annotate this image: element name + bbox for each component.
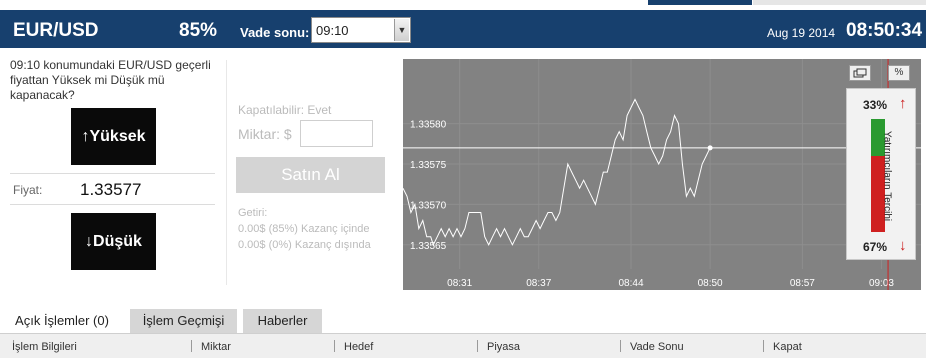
high-button[interactable]: ↑Yüksek [71,108,156,165]
low-button[interactable]: ↓Düşük [71,213,156,270]
column-divider [226,60,227,285]
top-strip [0,0,926,10]
tab-trade-history[interactable]: İşlem Geçmişi [130,309,237,333]
tab-news[interactable]: Haberler [243,309,322,333]
expiry-select-value: 09:10 [316,23,349,38]
price-chart[interactable]: 1.33580 1.33575 1.33570 1.33565 08:31 08:37 08… [403,59,921,290]
tab-open-trades[interactable]: Açık İşlemler (0) [2,309,122,333]
price-label: Fiyat: [13,183,43,197]
preference-label: Yatırımcıların Tercihi [881,130,893,221]
chart-background [403,59,921,290]
payout-percent: 85% [179,20,218,41]
arrow-up-icon: ↑ [899,95,907,112]
x-tick-label: 09:03 [869,278,894,289]
x-tick-label: 08:57 [790,278,815,289]
bottom-tabs: Açık İşlemler (0) İşlem Geçmişi Haberler [0,309,926,334]
expiry-label: Vade sonu: [240,25,310,40]
return-title: Getiri: [238,207,268,219]
asset-header: EUR/USD 85% Vade sonu: 09:10 ▼ Aug 19 20… [0,10,926,48]
arrow-down-icon: ↓ [899,237,907,254]
amount-input[interactable] [300,120,373,147]
x-tick-label: 08:31 [447,278,472,289]
divider [10,173,215,174]
column-header: Miktar [201,341,231,353]
column-header: İşlem Bilgileri [12,341,77,353]
top-tab-inactive[interactable] [753,0,926,5]
window-icon[interactable] [849,65,871,81]
amount-label: Miktar: $ [238,126,292,142]
buy-button[interactable]: Satın Al [236,157,385,193]
up-preference-percent: 33% [863,98,888,112]
preference-label-box: Yatırımcıların Tercihi [877,119,897,232]
column-divider [191,340,192,352]
trade-question: 09:10 konumundaki EUR/USD geçerli fiyatt… [10,58,211,102]
column-header: Piyasa [487,341,521,353]
divider [10,204,215,205]
down-preference-percent: 67% [863,240,888,254]
y-tick-label: 1.33565 [410,241,447,252]
column-header: Kapat [773,341,802,353]
x-tick-label: 08:50 [698,278,723,289]
return-in-money: 0.00$ (85%) Kazanç içinde [238,223,370,235]
current-price-point [707,145,713,151]
column-divider [763,340,764,352]
column-header: Vade Sonu [630,341,684,353]
table-header: İşlem Bilgileri Miktar Hedef Piyasa Vade… [0,334,926,358]
column-divider [334,340,335,352]
return-out-money: 0.00$ (0%) Kazanç dışında [238,239,371,251]
chevron-down-icon[interactable]: ▼ [394,19,409,41]
closable-status: Kapatılabilir: Evet [238,103,332,117]
top-tab-indicator[interactable] [648,0,752,5]
y-tick-label: 1.33575 [410,160,447,171]
column-header: Hedef [344,341,374,353]
investor-preference-panel: 33% ↑ Yatırımcıların Tercihi 67% ↓ [846,88,916,260]
y-tick-label: 1.33580 [410,120,447,131]
price-chart-svg: 1.335801.335751.335701.3356508:31 08:37 08… [403,59,921,290]
asset-pair: EUR/USD [13,20,99,41]
column-divider [620,340,621,352]
x-tick-label: 08:37 [526,278,551,289]
return-info: Getiri: 0.00$ (85%) Kazanç içinde 0.00$ … [238,205,371,253]
server-date: Aug 19 2014 [767,26,836,40]
server-time: 08:50:34 [846,20,923,41]
price-value: 1.33577 [80,180,142,199]
column-divider [477,340,478,352]
x-tick-label: 08:44 [619,278,644,289]
expiry-select[interactable]: 09:10 ▼ [311,17,411,43]
percent-toggle-button[interactable]: % [888,65,910,81]
